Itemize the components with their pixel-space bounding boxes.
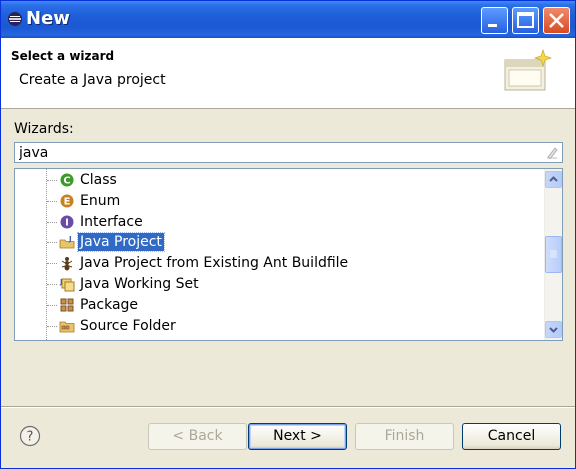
tree-item-interface[interactable]: I Interface [15,212,543,232]
tree-item-java-project[interactable]: J Java Project [15,232,543,252]
chevron-up-icon [549,176,558,182]
help-icon[interactable]: ? [19,425,41,447]
tree-item-label: Java Project from Existing Ant Buildfile [80,255,349,271]
tree-item-label: Interface [80,214,143,230]
working-set-icon: J [59,278,75,292]
wizard-filter-field[interactable] [14,142,563,163]
header-description: Create a Java project [19,72,166,88]
svg-text:?: ? [27,430,34,445]
header-title: Select a wizard [11,49,115,63]
tree-item-label: Package [80,297,139,313]
chevron-down-icon [549,327,558,333]
new-wizard-banner-icon [504,48,553,91]
tree-item-enum[interactable]: E Enum [15,191,543,211]
close-button[interactable] [543,7,570,34]
svg-text:J: J [59,278,63,286]
source-folder-icon [59,321,75,333]
window-title: New [26,8,70,29]
tree-item-class[interactable]: C Class [15,170,543,190]
new-wizard-dialog: New Select a wizard Create a Java projec… [0,0,576,469]
eclipse-logo-icon [8,12,22,26]
footer-divider [1,406,575,408]
next-button[interactable]: Next > [248,423,347,450]
finish-button[interactable]: Finish [355,423,454,450]
wizards-label: Wizards: [14,121,74,137]
svg-text:J: J [68,235,72,243]
tree-item-label: Java Project [77,232,165,252]
svg-text:I: I [65,218,69,229]
tree-item-source-folder[interactable]: Source Folder [15,316,543,336]
svg-text:E: E [64,197,71,208]
wizard-header: Select a wizard Create a Java project [1,38,575,109]
grip-icon [550,250,557,258]
java-class-icon: C [60,173,74,187]
wizard-filter-input[interactable] [19,144,539,161]
tree-item-ant-buildfile[interactable]: Java Project from Existing Ant Buildfile [15,253,543,273]
tree-item-label: Enum [80,193,121,209]
minimize-icon [488,24,497,27]
title-bar[interactable]: New [1,1,575,38]
tree-item-label: Java Working Set [80,276,199,292]
scroll-thumb[interactable] [545,236,562,273]
close-icon [549,13,564,28]
java-interface-icon: I [60,215,74,229]
tree-item-working-set[interactable]: J Java Working Set [15,274,543,294]
maximize-button[interactable] [512,7,539,34]
java-enum-icon: E [60,194,74,208]
tree-item-package[interactable]: Package [15,295,543,315]
back-button[interactable]: < Back [148,423,247,450]
minimize-button[interactable] [481,7,508,34]
scroll-down-button[interactable] [545,321,562,338]
wizard-tree[interactable]: C Class E Enum I Interface J Java Projec… [14,168,563,341]
ant-buildfile-icon [61,257,73,271]
tree-item-label: Class [80,172,117,188]
tree-vertical-scrollbar[interactable] [544,169,562,340]
clear-filter-icon[interactable] [546,146,558,159]
scroll-up-button[interactable] [545,171,562,188]
package-icon [60,298,74,312]
maximize-icon [517,12,534,28]
cancel-button[interactable]: Cancel [462,423,561,450]
tree-item-label: Source Folder [80,318,176,334]
svg-text:C: C [63,176,70,187]
java-project-icon: J [59,235,75,249]
